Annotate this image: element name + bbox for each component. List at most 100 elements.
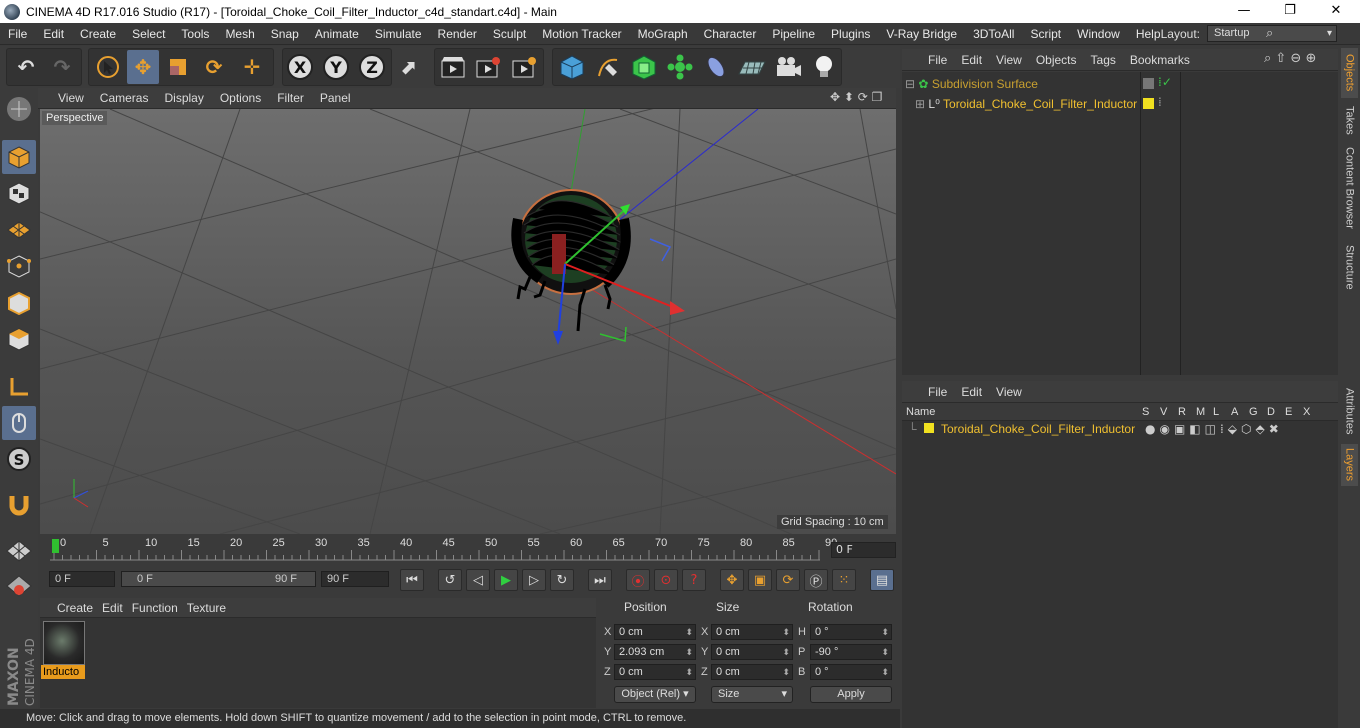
apply-button[interactable]: Apply <box>810 686 892 703</box>
menu-animate[interactable]: Animate <box>307 23 367 45</box>
render-picture-viewer-icon[interactable] <box>472 50 504 84</box>
play-forward-icon[interactable]: ▶ <box>494 569 518 591</box>
layer-color-icon[interactable] <box>1143 78 1154 89</box>
material-thumbnail[interactable] <box>43 621 85 665</box>
workplane-icon[interactable] <box>2 212 36 246</box>
layer-col-manager[interactable]: M <box>1196 406 1205 418</box>
redo-icon[interactable]: ↷ <box>46 50 78 84</box>
object-row-inductor[interactable]: ⊞ L⁰ Toroidal_Choke_Coil_Filter_Inductor <box>915 95 1139 113</box>
render-settings-icon[interactable] <box>508 50 540 84</box>
rotation-h-field[interactable]: 0 ° <box>810 624 892 640</box>
menu-motion-tracker[interactable]: Motion Tracker <box>534 23 629 45</box>
mograph-cloner-icon[interactable] <box>664 50 696 84</box>
render-view-icon[interactable] <box>437 50 469 84</box>
move-tool-icon[interactable]: ✥ <box>127 50 159 84</box>
layer-col-xref[interactable]: X <box>1303 406 1310 418</box>
end-frame-field[interactable]: 90 F <box>321 571 389 587</box>
menu-file[interactable]: File <box>0 23 35 45</box>
floor-icon[interactable] <box>736 50 768 84</box>
timeline-ruler[interactable]: 051015202530354045505560657075808590 <box>40 534 896 566</box>
layer-col-animation[interactable]: A <box>1231 406 1238 418</box>
layer-col-locked[interactable]: L <box>1213 406 1219 418</box>
3d-viewport[interactable] <box>40 109 896 534</box>
model-mode-icon[interactable] <box>2 140 36 174</box>
next-frame-icon[interactable]: ▷ <box>522 569 546 591</box>
search-icon[interactable]: ⌕ <box>1266 26 1273 41</box>
menu-edit[interactable]: Edit <box>35 23 72 45</box>
menu-window[interactable]: Window <box>1069 23 1128 45</box>
material-menu-create[interactable]: Create <box>40 601 102 615</box>
close-button[interactable]: ✕ <box>1313 0 1359 23</box>
start-frame-field[interactable]: 0 F <box>49 571 115 587</box>
objects-menu-view[interactable]: View <box>989 53 1029 67</box>
pen-spline-icon[interactable] <box>592 50 624 84</box>
layers-menu-edit[interactable]: Edit <box>954 385 989 399</box>
go-to-start-icon[interactable]: ⏮ <box>400 569 424 591</box>
coordinate-system-icon[interactable]: ⬈ <box>392 50 424 84</box>
deformer-icon[interactable] <box>700 50 732 84</box>
layer-col-render[interactable]: R <box>1178 406 1186 418</box>
position-x-field[interactable]: 0 cm <box>614 624 696 640</box>
x-axis-icon[interactable]: X <box>284 50 316 84</box>
preview-range-slider[interactable]: 0 F 90 F <box>121 571 316 587</box>
objects-menu-tags[interactable]: Tags <box>1084 53 1123 67</box>
objects-menu-objects[interactable]: Objects <box>1029 53 1084 67</box>
menu-mesh[interactable]: Mesh <box>217 23 262 45</box>
menu-tools[interactable]: Tools <box>173 23 217 45</box>
keyframe-selection-icon[interactable]: ? <box>682 569 706 591</box>
size-y-field[interactable]: 0 cm <box>711 644 793 660</box>
tweak-mode-icon[interactable] <box>2 406 36 440</box>
edges-mode-icon[interactable] <box>2 286 36 320</box>
layer-col-deformers[interactable]: D <box>1267 406 1275 418</box>
viewport-menu-view[interactable]: View <box>38 91 92 105</box>
menu-vray-bridge[interactable]: V-Ray Bridge <box>878 23 965 45</box>
rotation-p-field[interactable]: -90 ° <box>810 644 892 660</box>
objects-menu-edit[interactable]: Edit <box>954 53 989 67</box>
key-scale-icon[interactable]: ▣ <box>748 569 772 591</box>
make-editable-icon[interactable] <box>2 92 36 126</box>
objects-menu-file[interactable]: File <box>902 53 954 67</box>
layer-col-generators[interactable]: G <box>1249 406 1258 418</box>
layers-menu-view[interactable]: View <box>989 385 1029 399</box>
viewport-navigation-icons[interactable]: ✥ ⬍ ⟳ ❐ <box>830 90 882 104</box>
menu-sculpt[interactable]: Sculpt <box>485 23 534 45</box>
key-parameter-icon[interactable]: Ⓟ <box>804 569 828 591</box>
maximize-button[interactable]: ❐ <box>1267 0 1313 23</box>
layer-color-icon[interactable] <box>1143 98 1154 109</box>
menu-render[interactable]: Render <box>430 23 485 45</box>
inductor-model[interactable] <box>511 189 631 332</box>
tab-objects[interactable]: Objects <box>1341 48 1358 98</box>
position-z-field[interactable]: 0 cm <box>614 664 696 680</box>
key-position-icon[interactable]: ✥ <box>720 569 744 591</box>
previous-frame-icon[interactable]: ◁ <box>466 569 490 591</box>
menu-simulate[interactable]: Simulate <box>367 23 430 45</box>
object-row-subdivision[interactable]: ⊟ ✿ Subdivision Surface <box>905 75 1139 93</box>
next-key-icon[interactable]: ↻ <box>550 569 574 591</box>
camera-icon[interactable] <box>772 50 804 84</box>
tab-content-browser[interactable]: Content Browser <box>1341 142 1358 234</box>
solo-icon[interactable]: S <box>2 442 36 476</box>
texture-mode-icon[interactable] <box>2 176 36 210</box>
menu-plugins[interactable]: Plugins <box>823 23 878 45</box>
transform-tool-icon[interactable]: ✛ <box>236 50 268 84</box>
material-menu-edit[interactable]: Edit <box>102 601 132 615</box>
size-mode-dropdown[interactable]: Size ▾ <box>711 686 793 703</box>
enable-quantizing-icon[interactable] <box>2 568 36 602</box>
light-icon[interactable] <box>808 50 840 84</box>
minimize-button[interactable]: — <box>1221 0 1267 23</box>
tab-structure[interactable]: Structure <box>1341 236 1358 298</box>
viewport-menu-filter[interactable]: Filter <box>269 91 312 105</box>
snap-magnet-icon[interactable] <box>2 488 36 522</box>
viewport-menu-panel[interactable]: Panel <box>312 91 359 105</box>
menu-create[interactable]: Create <box>72 23 124 45</box>
viewport-menu-cameras[interactable]: Cameras <box>92 91 157 105</box>
polygons-mode-icon[interactable] <box>2 322 36 356</box>
object-manager-nav-icons[interactable]: ⌕ ⇧ ⊖ ⊕ <box>1264 51 1316 66</box>
tree-expand-icon[interactable]: ⊟ <box>905 77 915 91</box>
layer-col-view[interactable]: V <box>1160 406 1167 418</box>
key-rotation-icon[interactable]: ⟳ <box>776 569 800 591</box>
live-selection-icon[interactable] <box>92 50 124 84</box>
tab-layers[interactable]: Layers <box>1341 444 1358 486</box>
key-point-level-icon[interactable]: ⁙ <box>832 569 856 591</box>
layer-toggle-icons[interactable]: ●◉▣◧◫⁞⬙⬡⬘✖ <box>1145 422 1283 436</box>
